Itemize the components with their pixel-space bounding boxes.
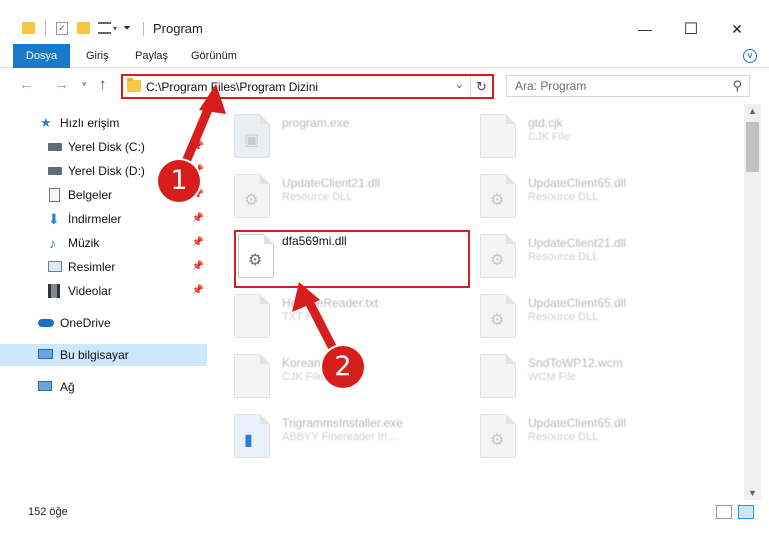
tab-file[interactable]: Dosya [13, 44, 70, 68]
file-tile[interactable]: ⚙ UpdateClient21.dll Resource DLL [480, 230, 715, 288]
star-icon: ★ [40, 115, 52, 130]
exe-file-icon: ▣ [234, 114, 270, 158]
sidebar-item-downloads[interactable]: ⬇ İndirmeler 📌 [0, 208, 210, 230]
window-title: Program [153, 21, 203, 36]
dll-file-icon: ⚙ [480, 174, 516, 218]
sidebar-item-videos[interactable]: Videolar 📌 [0, 280, 210, 302]
file-tile[interactable]: ▮ TrigrammsInstaller.exe ABBYY Finereade… [234, 410, 469, 468]
dll-file-icon: ⚙ [480, 234, 516, 278]
file-tile[interactable]: ⚙ UpdateClient65.dll Resource DLL [480, 170, 715, 228]
pictures-icon [48, 261, 62, 272]
exe-file-icon: ▮ [234, 414, 270, 458]
sidebar-item-this-pc[interactable]: Bu bilgisayar [0, 344, 207, 366]
downloads-icon: ⬇ [48, 211, 60, 227]
pin-icon[interactable]: 📌 [192, 280, 204, 302]
folder-icon [127, 78, 141, 92]
status-bar: 152 öğe [0, 500, 769, 533]
recent-locations-chevron-icon[interactable]: ▾ [82, 79, 87, 90]
computer-icon [38, 349, 53, 359]
quick-access-toolbar: ✓ ▾ ⏷ [22, 19, 131, 37]
sidebar-item-music[interactable]: ♪ Müzik 📌 [0, 232, 210, 254]
title-separator [143, 22, 144, 36]
file-tile[interactable]: gtd.cjk CJK File [480, 110, 715, 168]
large-icons-view-icon[interactable] [738, 505, 754, 519]
up-arrow-icon[interactable]: ↑ [99, 76, 107, 93]
refresh-icon[interactable]: ↻ [470, 76, 492, 97]
drive-icon [48, 143, 62, 151]
sidebar-item-onedrive[interactable]: OneDrive [0, 312, 210, 334]
search-icon: ⚲ [732, 78, 742, 93]
dll-file-icon: ⚙ [234, 174, 270, 218]
address-path: C:\Program Files\Program Dizini [146, 80, 319, 94]
pin-icon[interactable]: 📌 [192, 208, 204, 230]
close-button[interactable]: ✕ [714, 14, 760, 44]
tab-home[interactable]: Giriş [86, 44, 109, 68]
tab-view[interactable]: Görünüm [191, 44, 237, 68]
item-count: 152 öğe [28, 506, 68, 518]
customize-toolbar-icon[interactable]: ⏷ [123, 23, 131, 34]
back-arrow-icon[interactable]: ← [19, 76, 34, 93]
details-view-icon[interactable] [716, 505, 732, 519]
separator [45, 21, 46, 35]
dll-file-icon: ⚙ [480, 414, 516, 458]
vertical-scrollbar[interactable]: ▲ ▼ [744, 104, 761, 500]
file-icon [480, 354, 516, 398]
chevron-down-icon[interactable]: ▾ [113, 24, 117, 33]
address-history-chevron-icon[interactable]: ⌄ [455, 78, 464, 91]
file-tile[interactable]: ⚙ UpdateClient21.dll Resource DLL [234, 170, 469, 228]
ribbon-tabs: Dosya Giriş Paylaş Görünüm ˅ [0, 44, 769, 68]
pin-icon[interactable]: 📌 [192, 256, 204, 278]
scrollbar-thumb[interactable] [746, 122, 759, 172]
scroll-down-icon[interactable]: ▼ [748, 488, 757, 498]
address-bar[interactable]: C:\Program Files\Program Dizini ⌄ ↻ [121, 74, 494, 99]
highlight-box [234, 230, 470, 288]
view-icon[interactable] [98, 22, 111, 34]
dll-file-icon: ⚙ [480, 294, 516, 338]
file-icon [234, 354, 270, 398]
pin-icon[interactable]: 📌 [192, 136, 204, 158]
sidebar-item-pictures[interactable]: Resimler 📌 [0, 256, 210, 278]
tab-share[interactable]: Paylaş [135, 44, 168, 68]
navigation-bar: ← → ▾ ↑ C:\Program Files\Program Dizini … [0, 68, 769, 104]
step-2-badge: 2 [322, 346, 364, 388]
file-tile[interactable]: HelpmeReader.txt TXT File [234, 290, 469, 348]
file-icon [480, 114, 516, 158]
maximize-button[interactable]: ☐ [668, 14, 714, 44]
title-bar: ✓ ▾ ⏷ Program — ☐ ✕ [0, 0, 769, 44]
folder-icon[interactable] [22, 22, 35, 34]
step-1-badge: 1 [158, 160, 200, 202]
minimize-button[interactable]: — [622, 14, 668, 44]
file-tile[interactable]: ▣ program.exe [234, 110, 469, 168]
sidebar-item-network[interactable]: Ağ [0, 376, 210, 398]
file-tile[interactable]: ⚙ UpdateClient65.dll Resource DLL [480, 290, 715, 348]
file-tile[interactable]: ⚙ UpdateClient65.dll Resource DLL [480, 410, 715, 468]
search-input[interactable]: Ara: Program ⚲ [506, 75, 750, 97]
documents-icon [49, 188, 60, 202]
search-placeholder: Ara: Program [515, 79, 587, 93]
file-icon [234, 294, 270, 338]
sidebar-item-quick-access[interactable]: ★ Hızlı erişim [0, 112, 210, 134]
file-tile[interactable]: SndToWP12.wcm WCM File [480, 350, 715, 408]
file-list: ▣ program.exe gtd.cjk CJK File ⚙ UpdateC… [210, 104, 744, 500]
sidebar-item-local-disk-c[interactable]: Yerel Disk (C:) 📌 [0, 136, 210, 158]
videos-icon [48, 284, 60, 298]
expand-ribbon-icon[interactable]: ˅ [743, 49, 757, 63]
drive-icon [48, 167, 62, 175]
music-icon: ♪ [49, 235, 56, 251]
pin-icon[interactable]: 📌 [192, 232, 204, 254]
new-folder-icon[interactable] [77, 22, 90, 34]
network-icon [38, 381, 52, 391]
scroll-up-icon[interactable]: ▲ [748, 106, 757, 116]
cloud-icon [38, 319, 54, 327]
forward-arrow-icon[interactable]: → [54, 76, 69, 93]
properties-icon[interactable]: ✓ [56, 21, 68, 35]
